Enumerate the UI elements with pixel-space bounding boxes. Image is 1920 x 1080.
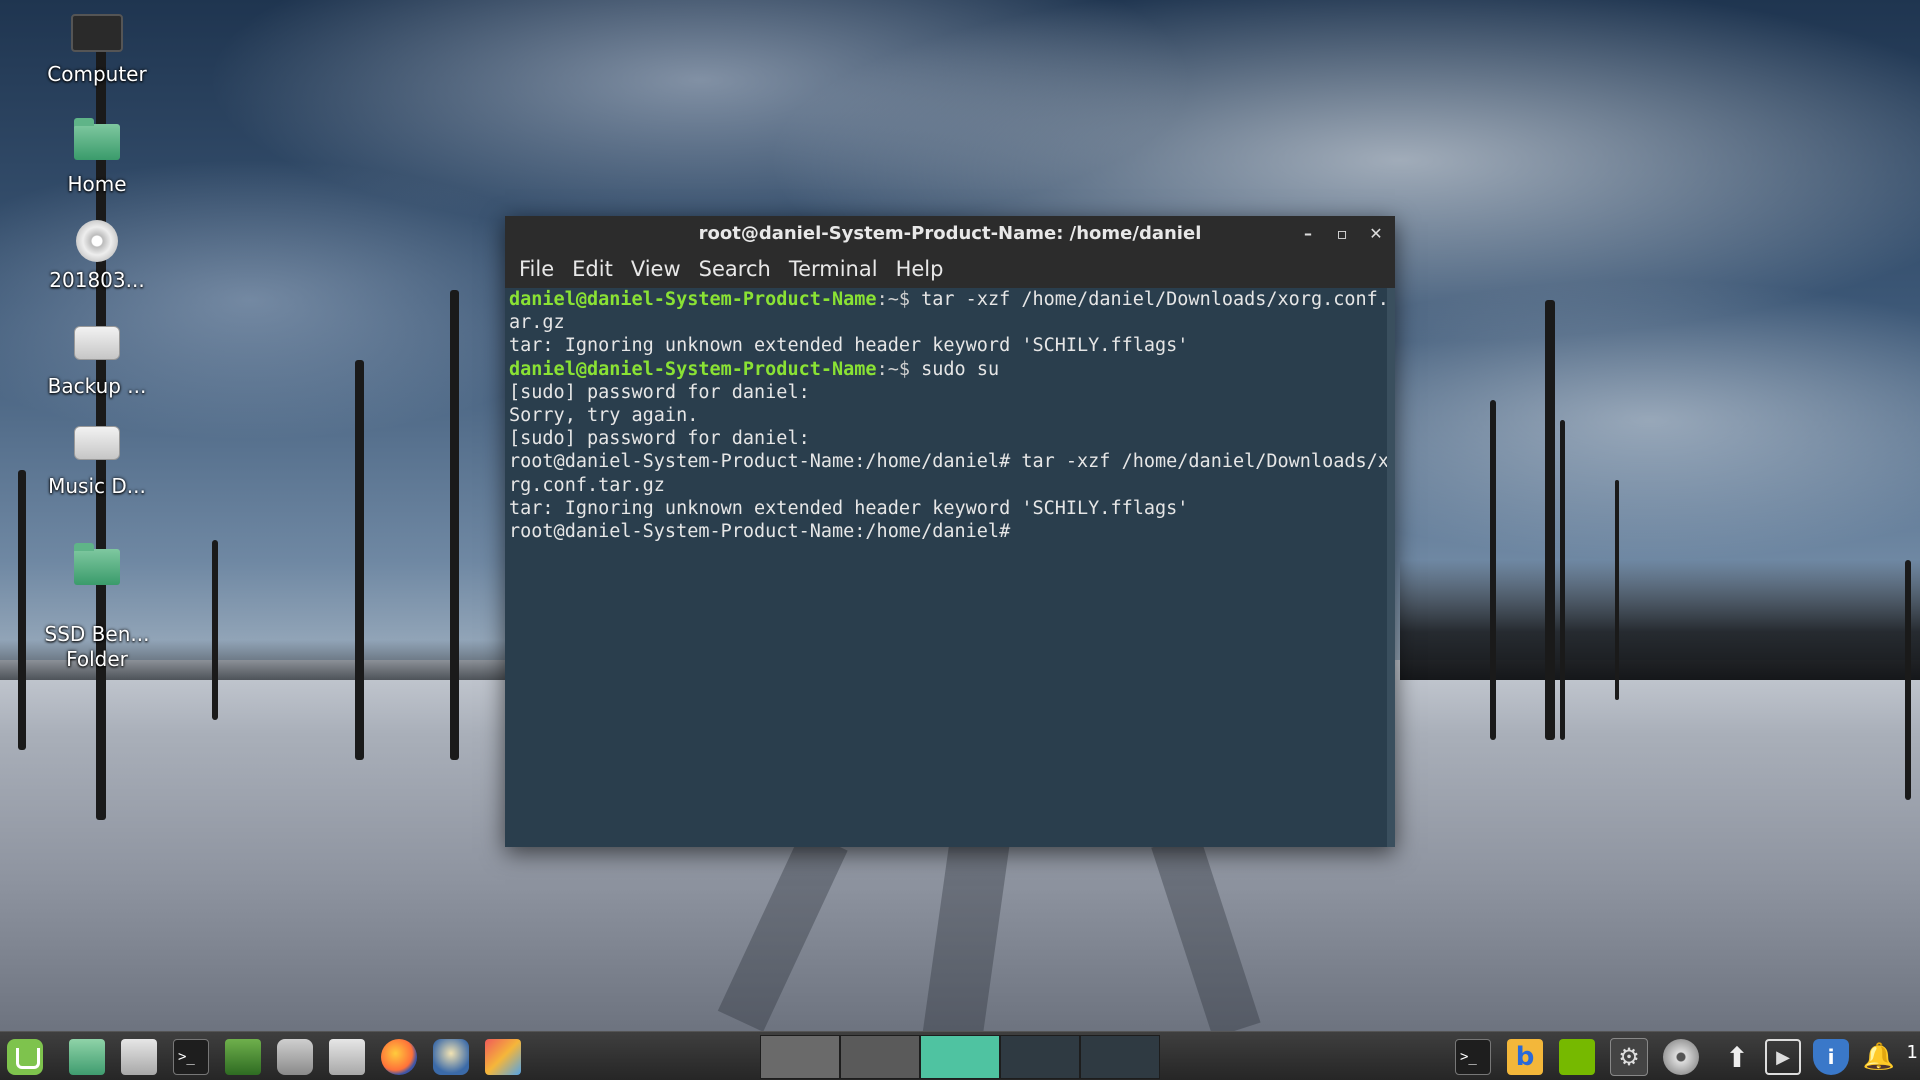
upload-arrow-icon[interactable]: ⬆ bbox=[1716, 1036, 1758, 1078]
terminal-prompt-separator: :~$ bbox=[876, 358, 922, 380]
terminal-text: tar -xzf /home/daniel/Downloads/xorg.con… bbox=[921, 289, 1387, 310]
files-icon[interactable] bbox=[66, 1036, 108, 1078]
terminal-line: [sudo] password for daniel: bbox=[509, 427, 1383, 450]
desktop-icon-music[interactable]: Music D... bbox=[30, 420, 164, 499]
wallpaper-tree bbox=[1615, 480, 1619, 700]
desktop-icon-ssd-folder[interactable]: SSD Ben... Folder bbox=[30, 524, 164, 697]
terminal-line: root@daniel-System-Product-Name:/home/da… bbox=[509, 450, 1387, 473]
wallpaper-treeline bbox=[1400, 560, 1920, 680]
terminal-line: daniel@daniel-System-Product-Name:~$ sud… bbox=[509, 358, 1383, 381]
terminal-text: rg.conf.tar.gz bbox=[509, 474, 665, 496]
desktop-icon-dvd[interactable]: 201803... bbox=[30, 220, 164, 293]
wallpaper-tree bbox=[1490, 400, 1496, 740]
desktop-icon-home[interactable]: Home bbox=[30, 118, 164, 197]
dvd-r-icon bbox=[70, 220, 124, 264]
camera-icon[interactable] bbox=[274, 1036, 316, 1078]
terminal-text: root@daniel-System-Product-Name:/home/da… bbox=[509, 451, 1387, 473]
workspace-1[interactable] bbox=[760, 1035, 840, 1079]
terminal-text: Sorry, try again. bbox=[509, 404, 699, 426]
media-play-icon[interactable]: ▶ bbox=[1762, 1036, 1804, 1078]
system-monitor-icon[interactable] bbox=[222, 1036, 264, 1078]
desktop-icon-label: Home bbox=[67, 172, 127, 196]
menu-terminal[interactable]: Terminal bbox=[781, 253, 888, 285]
terminal-prompt-separator: :~$ bbox=[876, 289, 922, 310]
desktop-icon-label: 201803... bbox=[49, 268, 145, 292]
terminal-text: tar: Ignoring unknown extended header ke… bbox=[509, 497, 1189, 519]
terminal-text: root@daniel-System-Product-Name:/home/da… bbox=[509, 520, 1022, 542]
settings-tool-icon[interactable] bbox=[118, 1036, 160, 1078]
window-titlebar[interactable]: root@daniel-System-Product-Name: /home/d… bbox=[505, 216, 1395, 250]
close-button[interactable]: ✕ bbox=[1361, 216, 1391, 250]
terminal-output[interactable]: daniel@daniel-System-Product-Name:~$ tar… bbox=[505, 288, 1387, 847]
terminal-text: tar: Ignoring unknown extended header ke… bbox=[509, 335, 1189, 357]
workspace-2[interactable] bbox=[840, 1035, 920, 1079]
desktop-icon-label: Music D... bbox=[48, 474, 146, 498]
terminal-scrollbar[interactable] bbox=[1387, 288, 1395, 847]
terminal-prompt: daniel@daniel-System-Product-Name bbox=[509, 289, 877, 310]
terminal-prompt: daniel@daniel-System-Product-Name bbox=[509, 358, 877, 380]
terminal-text: [sudo] password for daniel: bbox=[509, 428, 810, 450]
menu-file[interactable]: File bbox=[511, 253, 564, 285]
taskbar: >_ >_ b ⚙ ⬆ ▶ i 🔔 1 bbox=[0, 1031, 1920, 1080]
settings-gear-icon[interactable]: ⚙ bbox=[1608, 1036, 1650, 1078]
menu-search[interactable]: Search bbox=[691, 253, 781, 285]
menu-edit[interactable]: Edit bbox=[564, 253, 623, 285]
terminal-line: daniel@daniel-System-Product-Name:~$ tar… bbox=[509, 288, 1387, 311]
image-viewer-icon[interactable] bbox=[482, 1036, 524, 1078]
maximize-button[interactable]: ▫ bbox=[1327, 216, 1357, 250]
terminal-line: [sudo] password for daniel: bbox=[509, 381, 1383, 404]
nvidia-icon[interactable] bbox=[1556, 1036, 1598, 1078]
desktop-icon-backup[interactable]: Backup ... bbox=[30, 320, 164, 399]
terminal-line: ar.gz bbox=[509, 311, 1383, 334]
bing-icon[interactable]: b bbox=[1504, 1036, 1546, 1078]
drive-icon bbox=[70, 326, 124, 370]
thunderbird-icon[interactable] bbox=[430, 1036, 472, 1078]
workspace-5[interactable] bbox=[1080, 1035, 1160, 1079]
terminal-window[interactable]: root@daniel-System-Product-Name: /home/d… bbox=[505, 216, 1395, 847]
desktop-icon-label: Backup ... bbox=[47, 374, 147, 398]
computer-icon bbox=[70, 14, 124, 58]
workspace-3-active[interactable] bbox=[920, 1035, 1000, 1079]
menu-help[interactable]: Help bbox=[888, 253, 954, 285]
disc-pro-icon[interactable] bbox=[1660, 1036, 1702, 1078]
menu-view[interactable]: View bbox=[623, 253, 691, 285]
folder-icon bbox=[70, 543, 124, 593]
terminal-text: sudo su bbox=[921, 358, 1000, 380]
shield-info-icon[interactable]: i bbox=[1810, 1036, 1852, 1078]
drive-icon bbox=[70, 426, 124, 470]
wallpaper-tree bbox=[1560, 420, 1565, 740]
terminal-icon[interactable]: >_ bbox=[170, 1036, 212, 1078]
desktop-icon-computer[interactable]: Computer bbox=[30, 14, 164, 87]
linux-mint-menu-icon[interactable] bbox=[4, 1036, 46, 1078]
wallpaper-tree bbox=[212, 540, 218, 720]
desktop-icon-label: SSD Ben... Folder bbox=[44, 622, 150, 671]
wallpaper-tree bbox=[18, 470, 26, 750]
notification-bell-icon[interactable]: 🔔 bbox=[1858, 1036, 1900, 1078]
wallpaper-tree bbox=[1545, 300, 1555, 740]
desktop-icon-label: Computer bbox=[47, 62, 147, 86]
terminal-text: [sudo] password for daniel: bbox=[509, 381, 810, 403]
terminal-line: root@daniel-System-Product-Name:/home/da… bbox=[509, 520, 1383, 543]
terminal-text: ar.gz bbox=[509, 312, 565, 334]
home-folder-icon bbox=[70, 118, 124, 168]
wallpaper-tree bbox=[355, 360, 364, 760]
terminal-line: tar: Ignoring unknown extended header ke… bbox=[509, 497, 1383, 520]
terminal-line: Sorry, try again. bbox=[509, 404, 1383, 427]
wallpaper-tree bbox=[450, 290, 459, 760]
wallpaper-tree bbox=[1905, 560, 1911, 800]
tools-icon[interactable] bbox=[326, 1036, 368, 1078]
notification-count: 1 bbox=[1906, 1042, 1918, 1063]
minimize-button[interactable]: – bbox=[1293, 216, 1323, 250]
menu-bar: File Edit View Search Terminal Help bbox=[505, 250, 1395, 288]
tray-terminal-icon[interactable]: >_ bbox=[1452, 1036, 1494, 1078]
workspace-4[interactable] bbox=[1000, 1035, 1080, 1079]
firefox-icon[interactable] bbox=[378, 1036, 420, 1078]
window-title: root@daniel-System-Product-Name: /home/d… bbox=[698, 222, 1202, 244]
terminal-line: tar: Ignoring unknown extended header ke… bbox=[509, 334, 1383, 357]
terminal-line: rg.conf.tar.gz bbox=[509, 474, 1383, 497]
